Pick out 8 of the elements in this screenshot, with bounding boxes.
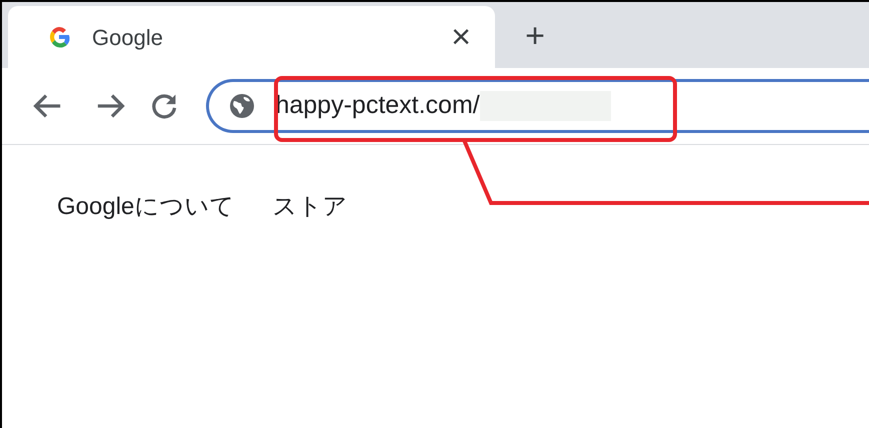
browser-tab[interactable]: Google × — [8, 6, 495, 68]
new-tab-button[interactable]: + — [517, 18, 553, 54]
page-link[interactable]: ストア — [272, 189, 348, 225]
address-bar[interactable]: happy-pctext.com/ — [206, 79, 869, 133]
close-tab-button[interactable]: × — [451, 20, 471, 54]
url-text: happy-pctext.com/ — [275, 90, 480, 122]
tab-title: Google — [92, 24, 164, 52]
page-link[interactable]: Googleについて — [57, 189, 234, 225]
